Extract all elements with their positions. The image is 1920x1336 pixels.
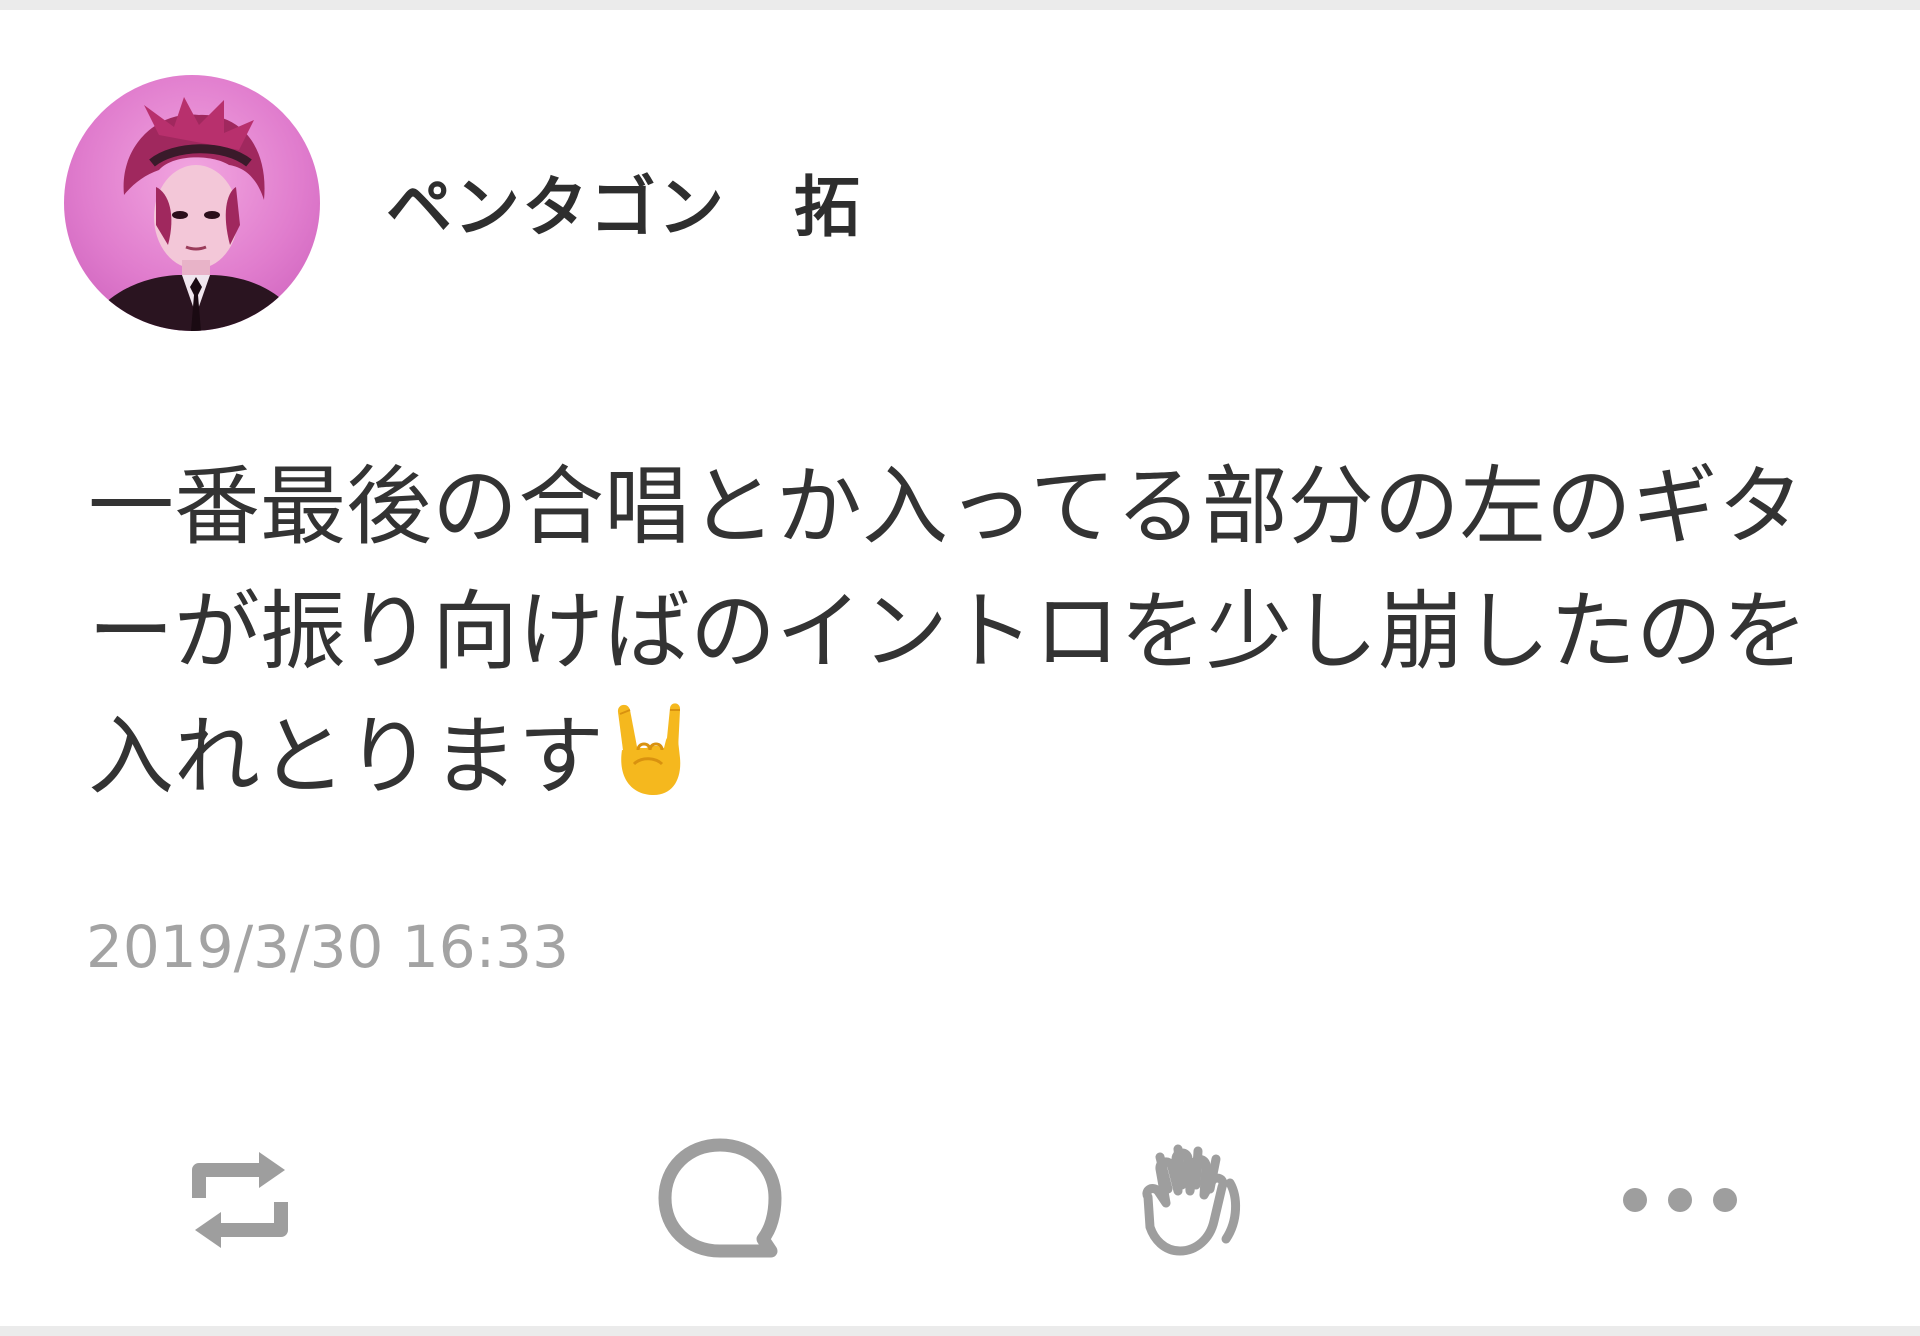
avatar-photo-icon: [84, 97, 304, 331]
more-icon: [1623, 1188, 1737, 1212]
author-avatar[interactable]: [64, 75, 320, 331]
post-text: 一番最後の合唱とか入ってる部分の左のギターが振り向けばのイントロを少し崩したのを…: [88, 457, 1808, 807]
post-body: 一番最後の合唱とか入ってる部分の左のギターが振り向けばのイントロを少し崩したのを…: [88, 445, 1848, 832]
post-timestamp: 2019/3/30 16:33: [86, 913, 569, 981]
sign-of-the-horns-emoji-icon: [608, 698, 688, 832]
comment-icon: [658, 1138, 782, 1258]
bottom-divider: [0, 1326, 1920, 1336]
author-name[interactable]: ペンタゴン 拓: [386, 168, 862, 248]
more-options-button[interactable]: [1610, 1130, 1750, 1270]
share-button[interactable]: [170, 1130, 310, 1270]
action-bar: [0, 1130, 1920, 1270]
comment-button[interactable]: [650, 1130, 790, 1270]
share-icon: [192, 1152, 288, 1248]
cheer-icon: [1142, 1144, 1240, 1256]
cheer-button[interactable]: [1125, 1130, 1265, 1270]
top-divider: [0, 0, 1920, 10]
